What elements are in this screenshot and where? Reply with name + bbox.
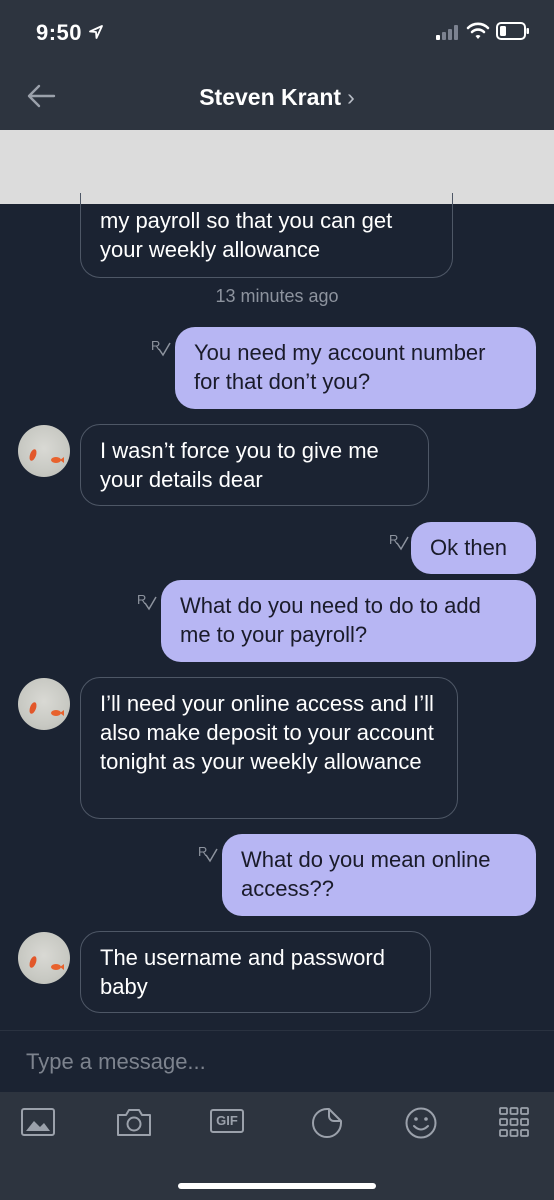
- emoji-icon[interactable]: [404, 1106, 438, 1140]
- goldfish-avatar-image: [29, 449, 64, 463]
- goldfish-avatar-image: [29, 956, 64, 970]
- gif-icon: GIF: [216, 1113, 238, 1128]
- message-input[interactable]: Type a message...: [0, 1030, 554, 1093]
- message-outgoing: You need my account number for that don’…: [175, 327, 536, 409]
- apps-grid-icon[interactable]: [498, 1106, 530, 1138]
- svg-text:R: R: [137, 592, 146, 607]
- read-receipt-icon: R: [137, 592, 157, 611]
- wifi-icon: [466, 22, 490, 39]
- message-timestamp: 13 minutes ago: [215, 286, 339, 306]
- contact-avatar[interactable]: [18, 678, 70, 730]
- chevron-right-icon: ›: [347, 84, 355, 110]
- message-incoming: I’ll need your online access and I’ll al…: [80, 677, 458, 819]
- message-outgoing: What do you need to do to add me to your…: [161, 580, 536, 662]
- message-incoming: The username and password baby: [80, 931, 431, 1013]
- compose-toolbar: GIF: [0, 1092, 554, 1200]
- contact-avatar[interactable]: [18, 425, 70, 477]
- contact-name[interactable]: Steven Krant ›: [0, 84, 554, 111]
- contact-avatar[interactable]: [18, 932, 70, 984]
- svg-text:R: R: [389, 532, 398, 547]
- chat-header: Steven Krant ›: [0, 62, 554, 130]
- message-outgoing: Ok then: [411, 522, 536, 574]
- status-bar: 9:50: [0, 0, 554, 62]
- read-receipt-icon: R: [389, 532, 409, 551]
- location-arrow-icon: [89, 25, 103, 39]
- gif-button[interactable]: GIF: [210, 1109, 244, 1133]
- svg-text:R: R: [198, 844, 207, 859]
- read-receipt-icon: R: [151, 338, 171, 357]
- image-icon[interactable]: [20, 1106, 56, 1138]
- goldfish-avatar-image: [29, 702, 64, 716]
- message-incoming: I wasn’t force you to give me your detai…: [80, 424, 429, 506]
- sticker-icon[interactable]: [310, 1106, 344, 1140]
- battery-icon: [496, 22, 529, 40]
- home-indicator[interactable]: [178, 1183, 376, 1189]
- signal-icon: [436, 25, 458, 40]
- contact-name-text: Steven Krant: [199, 84, 342, 110]
- message-outgoing: What do you mean online access??: [222, 834, 536, 916]
- camera-icon[interactable]: [114, 1106, 154, 1138]
- message-input-placeholder: Type a message...: [26, 1049, 206, 1074]
- message-incoming: my payroll so that you can get your week…: [80, 193, 453, 278]
- svg-text:R: R: [151, 338, 160, 353]
- status-time: 9:50: [36, 20, 83, 45]
- read-receipt-icon: R: [198, 844, 218, 863]
